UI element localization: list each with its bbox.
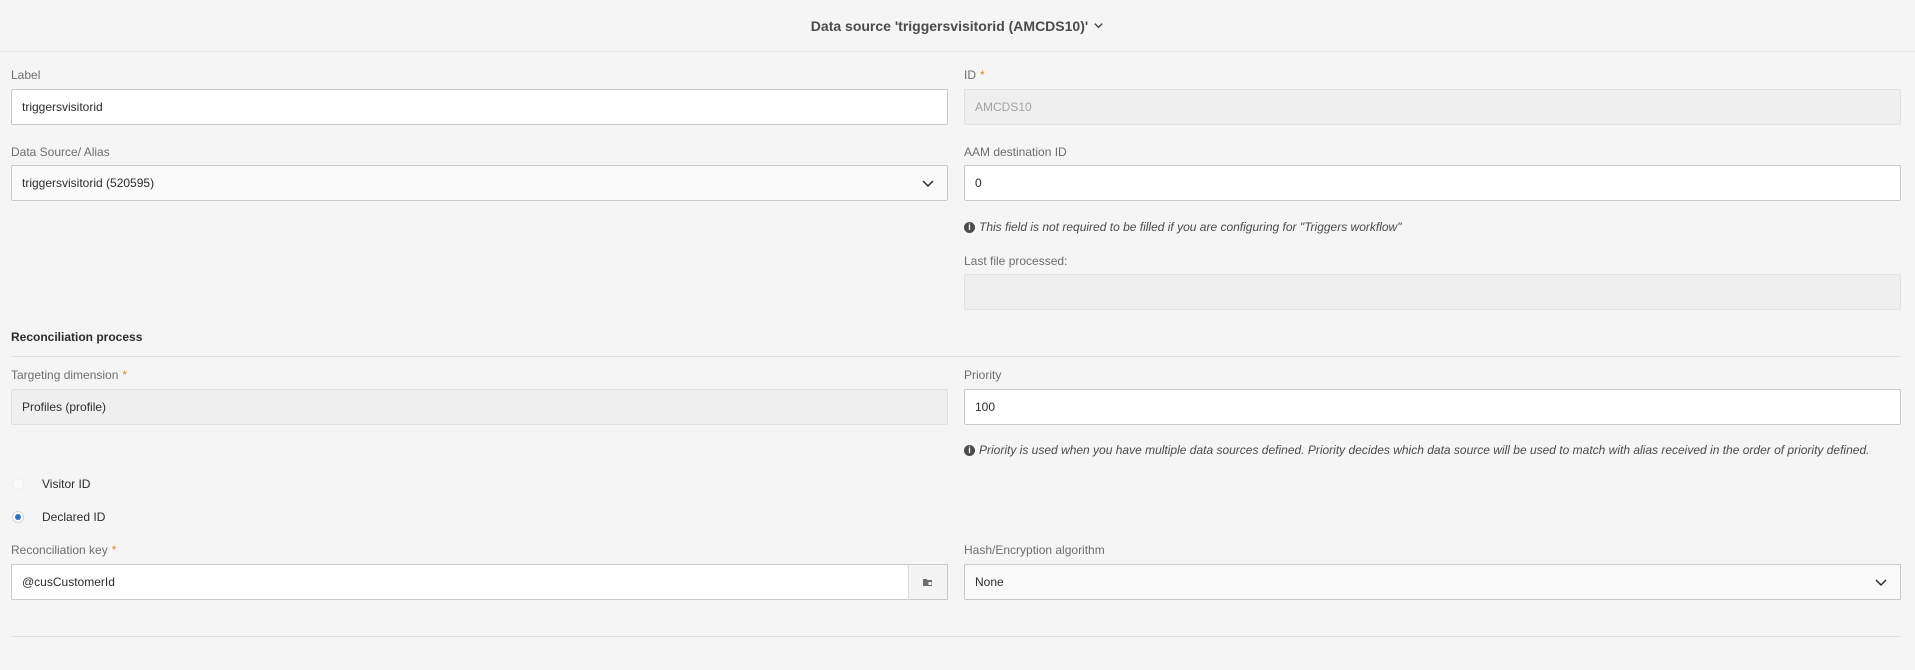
aam-destination-input[interactable]: 0 (964, 165, 1901, 201)
alias-select[interactable]: triggersvisitorid (520595) (11, 165, 948, 201)
priority-value: 100 (975, 400, 996, 414)
required-mark: * (111, 543, 117, 557)
priority-input[interactable]: 100 (964, 389, 1901, 425)
reconciliation-key-input[interactable]: @cusCustomerId (11, 564, 909, 600)
radio-label: Visitor ID (42, 477, 91, 491)
targeting-value: Profiles (profile) (22, 400, 107, 414)
hash-select-value: None (975, 575, 1004, 589)
last-file-input (964, 274, 1901, 310)
alias-select-value: triggersvisitorid (520595) (22, 176, 155, 190)
aam-help-text: i This field is not required to be fille… (964, 220, 1401, 234)
id-input: AMCDS10 (964, 89, 1901, 125)
reconciliation-section-title: Reconciliation process (11, 330, 143, 344)
radio-circle[interactable] (12, 478, 24, 490)
hash-label: Hash/Encryption algorithm (964, 543, 1105, 557)
chevron-down-icon (922, 180, 934, 188)
targeting-dimension-input: Profiles (profile) (11, 389, 948, 425)
hash-select[interactable]: None (964, 564, 1901, 600)
radio-circle[interactable] (12, 511, 24, 523)
section-divider (11, 356, 1901, 357)
id-input-value: AMCDS10 (975, 100, 1032, 114)
info-icon: i (964, 444, 975, 456)
targeting-label: Targeting dimension * (11, 368, 128, 382)
info-icon: i (964, 221, 975, 233)
folder-picker-icon (923, 579, 932, 586)
label-input-value: triggersvisitorid (22, 100, 103, 114)
radio-visitor-id[interactable]: Visitor ID (12, 477, 90, 491)
page-title: Data source 'triggersvisitorid (AMCDS10)… (810, 17, 1089, 34)
last-file-label: Last file processed: (964, 254, 1068, 268)
reconciliation-key-label: Reconciliation key * (11, 543, 117, 557)
page-header: Data source 'triggersvisitorid (AMCDS10)… (0, 0, 1915, 52)
reconciliation-key-value: @cusCustomerId (22, 575, 115, 589)
aam-input-value: 0 (975, 176, 982, 190)
label-field-label: Label (11, 68, 41, 82)
radio-declared-id[interactable]: Declared ID (12, 510, 105, 524)
radio-label: Declared ID (42, 510, 106, 524)
aam-field-label: AAM destination ID (964, 145, 1067, 159)
priority-help-text: i Priority is used when you have multipl… (964, 443, 1869, 457)
alias-field-label: Data Source/ Alias (11, 145, 110, 159)
data-source-title[interactable]: Data source 'triggersvisitorid (AMCDS10)… (811, 18, 1104, 34)
key-picker-button[interactable] (908, 564, 948, 600)
priority-label: Priority (964, 368, 1002, 382)
required-mark: * (980, 68, 985, 82)
chevron-down-icon (1875, 579, 1887, 587)
chevron-down-icon[interactable] (1093, 20, 1104, 31)
footer-divider (11, 636, 1901, 637)
id-field-label: ID * (964, 68, 985, 82)
required-mark: * (122, 368, 128, 382)
label-input[interactable]: triggersvisitorid (11, 89, 948, 125)
